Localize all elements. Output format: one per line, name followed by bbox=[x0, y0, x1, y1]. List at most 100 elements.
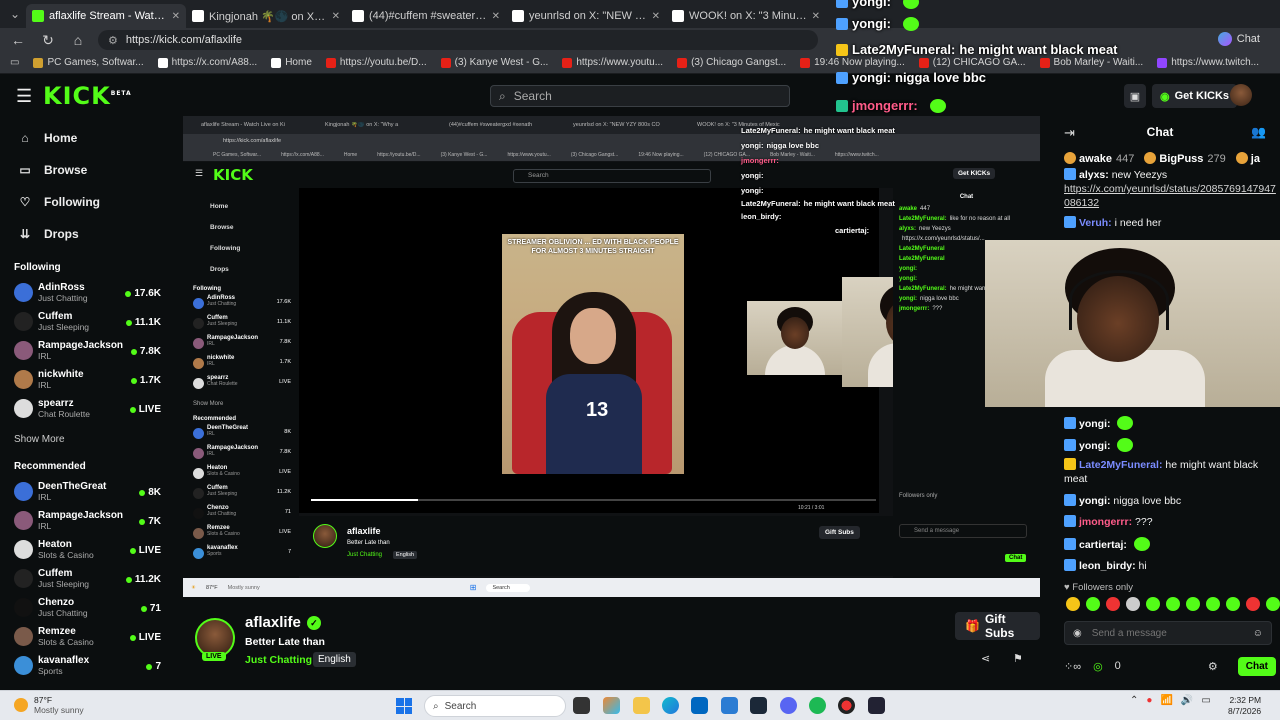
discord-icon[interactable] bbox=[780, 697, 797, 714]
tab-close-icon[interactable]: ✕ bbox=[652, 11, 660, 22]
chat-username[interactable]: yongi: bbox=[1079, 440, 1111, 452]
network-icon[interactable]: 📶 bbox=[1160, 695, 1172, 706]
emote-icon[interactable] bbox=[1126, 597, 1140, 611]
stream-language-tag[interactable]: English bbox=[313, 652, 356, 667]
edge-icon[interactable] bbox=[662, 697, 679, 714]
chat-extension-button[interactable]: Chat bbox=[1217, 32, 1260, 46]
bookmark-item[interactable]: (3) Kanye West - G... bbox=[440, 57, 548, 68]
chat-users-icon[interactable]: 👥 bbox=[1251, 125, 1266, 139]
battery-icon[interactable]: ▭ bbox=[1201, 695, 1210, 706]
channel-item[interactable]: AdinRoss Just Chatting 17.6K bbox=[0, 279, 175, 308]
chat-points-icon[interactable]: ⁘∞ bbox=[1064, 660, 1081, 673]
chat-username[interactable]: Veruh: bbox=[1079, 217, 1112, 229]
channel-item[interactable]: RampageJackson IRL 7K bbox=[0, 507, 175, 536]
site-info-icon[interactable]: ⚙ bbox=[108, 34, 118, 47]
video-player[interactable]: aflaxlife Stream - Watch Live on Ki Kingj… bbox=[183, 116, 1040, 597]
browser-tab[interactable]: (44)#cuffem #sweatergxd #xenath ✕ bbox=[346, 4, 506, 28]
leaderboard-entry[interactable]: awake 447 bbox=[1064, 152, 1134, 165]
apps-icon[interactable]: ▭ bbox=[10, 57, 19, 68]
task-view-icon[interactable] bbox=[573, 697, 590, 714]
chat-send-button[interactable]: Chat bbox=[1237, 656, 1276, 676]
menu-icon[interactable]: ☰ bbox=[16, 86, 32, 107]
kick-logo[interactable]: KICKBETA bbox=[43, 82, 132, 110]
chat-username[interactable]: Late2MyFuneral: bbox=[1079, 459, 1162, 471]
channel-item[interactable]: kavanaflex Sports 7 bbox=[0, 652, 175, 681]
channel-item[interactable]: Cuffem Just Sleeping 11.1K bbox=[0, 308, 175, 337]
emote-icon[interactable] bbox=[1206, 597, 1220, 611]
streamer-name[interactable]: aflaxlife ✓ bbox=[245, 614, 321, 631]
search-input[interactable]: ⌕ Search bbox=[490, 85, 790, 107]
stream-category-link[interactable]: Just Chatting bbox=[245, 654, 312, 666]
steam-icon[interactable] bbox=[750, 697, 767, 714]
spotify-icon[interactable] bbox=[809, 697, 826, 714]
emote-icon[interactable] bbox=[1106, 597, 1120, 611]
bookmark-item[interactable]: 19:46 Now playing... bbox=[800, 57, 905, 68]
clock[interactable]: 2:32 PM 8/7/2026 bbox=[1228, 695, 1261, 717]
bookmark-item[interactable]: https://youtu.be/D... bbox=[325, 57, 427, 68]
channel-item[interactable]: nickwhite IRL 1.7K bbox=[0, 366, 175, 395]
chat-link[interactable]: https://x.com/yeunrlsd/status/2085769147… bbox=[1064, 183, 1276, 209]
bookmark-item[interactable]: https://www.twitch... bbox=[1157, 57, 1259, 68]
sidebar-item-drops[interactable]: ⇊ Drops bbox=[0, 218, 175, 250]
bookmark-item[interactable]: https://x.com/A88... bbox=[157, 57, 257, 68]
browser-tab[interactable]: aflaxlife Stream - Watch Live on Ki ✕ bbox=[26, 4, 186, 28]
home-icon[interactable]: ⌂ bbox=[68, 32, 88, 48]
emote-icon[interactable] bbox=[1066, 597, 1080, 611]
bookmark-item[interactable]: Bob Marley - Waiti... bbox=[1039, 57, 1143, 68]
browser-tab[interactable]: Kingjonah 🌴🌑 on X: "Why a ✕ bbox=[186, 4, 346, 28]
send-message-field[interactable]: ◉ ☺ bbox=[1064, 621, 1272, 645]
show-more-link[interactable]: Show More bbox=[0, 424, 175, 449]
emote-icon[interactable] bbox=[1266, 597, 1280, 611]
emote-icon[interactable] bbox=[1086, 597, 1100, 611]
file-explorer-icon[interactable] bbox=[633, 697, 650, 714]
channel-item[interactable]: spearrz Chat Roulette LIVE bbox=[0, 395, 175, 424]
bookmark-item[interactable]: Home bbox=[271, 57, 312, 68]
chat-username[interactable]: yongi: bbox=[1079, 418, 1111, 430]
report-icon[interactable]: ⚑ bbox=[1013, 652, 1023, 665]
channel-item[interactable]: Remzee Slots & Casino LIVE bbox=[0, 623, 175, 652]
sidebar-item-following[interactable]: ♡ Following bbox=[0, 186, 175, 218]
theater-mode-icon[interactable]: ▣ bbox=[1124, 84, 1146, 108]
emote-icon[interactable] bbox=[1166, 597, 1180, 611]
chat-username[interactable]: leon_birdy: bbox=[1079, 560, 1136, 572]
tab-close-icon[interactable]: ✕ bbox=[172, 11, 180, 22]
chat-username[interactable]: cartiertaj: bbox=[1079, 539, 1127, 551]
emote-icon[interactable] bbox=[1246, 597, 1260, 611]
volume-icon[interactable]: 🔊 bbox=[1181, 695, 1193, 706]
channel-item[interactable]: Heaton Slots & Casino LIVE bbox=[0, 536, 175, 565]
tab-close-icon[interactable]: ✕ bbox=[812, 11, 820, 22]
widgets-icon[interactable] bbox=[603, 697, 620, 714]
leaderboard-entry[interactable]: ja bbox=[1235, 152, 1264, 165]
emote-icon[interactable] bbox=[1186, 597, 1200, 611]
channel-item[interactable]: Chenzo Just Chatting 71 bbox=[0, 594, 175, 623]
obs-icon[interactable] bbox=[838, 697, 855, 714]
kick-points-icon[interactable]: ◎ bbox=[1093, 660, 1103, 673]
emote-icon[interactable] bbox=[1226, 597, 1240, 611]
tab-close-icon[interactable]: ✕ bbox=[492, 11, 500, 22]
tray-chevron-icon[interactable]: ⌃ bbox=[1130, 695, 1138, 706]
profile-avatar[interactable] bbox=[1230, 84, 1252, 106]
send-message-input[interactable] bbox=[1091, 627, 1243, 639]
share-icon[interactable]: ⋖ bbox=[981, 652, 990, 665]
emote-icon[interactable] bbox=[1146, 597, 1160, 611]
tab-list-chevron-icon[interactable]: ⌄ bbox=[4, 3, 26, 25]
tray-app-icon[interactable]: ● bbox=[1146, 695, 1152, 706]
windows-start-icon[interactable] bbox=[396, 698, 412, 714]
tab-close-icon[interactable]: ✕ bbox=[332, 11, 340, 22]
chat-username[interactable]: yongi: bbox=[1079, 495, 1111, 507]
channel-item[interactable]: DeenTheGreat IRL 8K bbox=[0, 478, 175, 507]
sidebar-item-home[interactable]: ⌂ Home bbox=[0, 122, 175, 154]
channel-item[interactable]: RampageJackson IRL 7.8K bbox=[0, 337, 175, 366]
chat-username[interactable]: alyxs: bbox=[1079, 169, 1109, 181]
channel-item[interactable]: Cuffem Just Sleeping 11.2K bbox=[0, 565, 175, 594]
weather-widget[interactable]: 87°F Mostly sunny bbox=[14, 695, 84, 715]
settings-icon[interactable]: ⚙ bbox=[1208, 660, 1218, 673]
outlook-icon[interactable] bbox=[721, 697, 738, 714]
store-icon[interactable] bbox=[691, 697, 708, 714]
bookmark-item[interactable]: (3) Chicago Gangst... bbox=[677, 57, 786, 68]
bookmark-item[interactable]: PC Games, Softwar... bbox=[33, 57, 144, 68]
emoji-icon[interactable]: ☺ bbox=[1253, 628, 1263, 639]
sidebar-item-browse[interactable]: ▭ Browse bbox=[0, 154, 175, 186]
browser-tab[interactable]: yeunrlsd on X: "NEW YZY 800s CO ✕ bbox=[506, 4, 666, 28]
taskbar-search[interactable]: ⌕ Search bbox=[424, 695, 566, 717]
